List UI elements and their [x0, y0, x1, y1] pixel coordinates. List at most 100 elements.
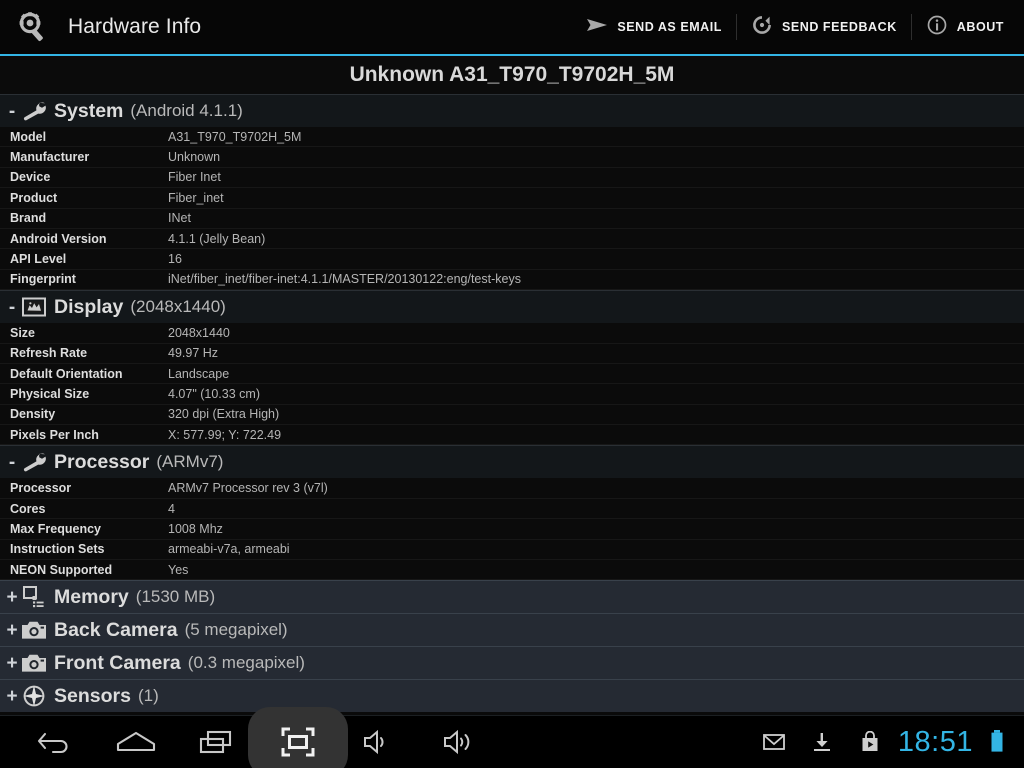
info-row-key: Device	[10, 170, 51, 185]
info-row-key: Cores	[10, 501, 46, 516]
status-clock: 18:51	[897, 725, 973, 758]
collapse-toggle-icon[interactable]: -	[4, 453, 20, 472]
info-row: Product Fiber_inet	[0, 188, 1024, 209]
collapse-toggle-icon[interactable]: -	[4, 102, 20, 121]
section-header-memory[interactable]: + Memory (1530 MB)	[0, 580, 1024, 614]
memory-chip-icon	[20, 585, 48, 609]
expand-toggle-icon[interactable]: +	[4, 687, 20, 706]
section-header-processor[interactable]: - Processor (ARMv7)	[0, 445, 1024, 479]
expand-toggle-icon[interactable]: +	[4, 588, 20, 607]
section-subtitle: (5 megapixel)	[184, 620, 288, 640]
section-rows-display: Size 2048x1440 Refresh Rate 49.97 Hz Default…	[0, 323, 1024, 446]
info-row-value: armeabi-v7a, armeabi	[168, 542, 290, 557]
info-row-value: Unknown	[168, 150, 221, 165]
info-row: Processor ARMv7 Processor rev 3 (v7l)	[0, 478, 1024, 499]
info-row-value: 4	[168, 501, 175, 516]
info-row-key: Max Frequency	[10, 521, 102, 536]
section-title: Memory	[54, 585, 129, 608]
info-row: Device Fiber Inet	[0, 168, 1024, 189]
expand-toggle-icon[interactable]: +	[4, 654, 20, 673]
section-header-system[interactable]: - System (Android 4.1.1)	[0, 94, 1024, 127]
feedback-refresh-icon	[751, 14, 773, 41]
section-subtitle: (0.3 megapixel)	[187, 653, 305, 673]
info-row-value: 320 dpi (Extra High)	[168, 407, 280, 422]
section-header-sensors[interactable]: + Sensors (1)	[0, 679, 1024, 713]
section-title: Sensors	[54, 684, 131, 707]
info-row: Physical Size 4.07" (10.33 cm)	[0, 384, 1024, 405]
recents-icon[interactable]	[176, 716, 257, 768]
info-row: Instruction Sets armeabi-v7a, armeabi	[0, 540, 1024, 561]
info-row: Max Frequency 1008 Mhz	[0, 519, 1024, 540]
volume-down-icon[interactable]	[338, 716, 419, 768]
app-title: Hardware Info	[68, 15, 202, 38]
info-row-value: A31_T970_T9702H_5M	[168, 129, 302, 144]
wrench-icon	[20, 450, 48, 474]
info-row-key: Android Version	[10, 231, 107, 246]
section-header-front-camera[interactable]: + Front Camera (0.3 megapixel)	[0, 646, 1024, 680]
section-title: Display	[54, 295, 124, 318]
info-row: Size 2048x1440	[0, 323, 1024, 344]
section-rows-processor: Processor ARMv7 Processor rev 3 (v7l) Core…	[0, 478, 1024, 581]
volume-up-icon[interactable]	[419, 716, 500, 768]
info-row-key: Default Orientation	[10, 366, 123, 381]
nav-buttons	[0, 716, 500, 768]
play-store-icon[interactable]	[846, 731, 894, 753]
info-row-value: 4.07" (10.33 cm)	[168, 386, 260, 401]
info-row-value: Fiber_inet	[168, 190, 224, 205]
info-row-key: API Level	[10, 252, 67, 267]
info-row-value: 16	[168, 252, 182, 267]
info-row-key: Pixels Per Inch	[10, 427, 99, 442]
info-row-value: 4.1.1 (Jelly Bean)	[168, 231, 266, 246]
section-subtitle: (Android 4.1.1)	[130, 101, 243, 120]
info-row: Fingerprint iNet/fiber_inet/fiber-inet:4.…	[0, 270, 1024, 291]
info-row: API Level 16	[0, 249, 1024, 270]
magnifier-gear-icon	[14, 8, 52, 46]
info-row-value: Fiber Inet	[168, 170, 221, 185]
info-row-key: Brand	[10, 211, 47, 226]
info-row-value: 2048x1440	[168, 325, 230, 340]
picture-frame-icon	[20, 295, 48, 319]
info-row: Cores 4	[0, 499, 1024, 520]
send-icon	[586, 17, 608, 38]
info-row-key: NEON Supported	[10, 562, 113, 577]
info-row: Pixels Per Inch X: 577.99; Y: 722.49	[0, 425, 1024, 446]
screenshot-icon[interactable]	[257, 716, 338, 768]
info-icon	[926, 14, 948, 41]
info-row: Brand INet	[0, 209, 1024, 229]
info-row: Android Version 4.1.1 (Jelly Bean)	[0, 229, 1024, 250]
home-icon[interactable]	[95, 716, 176, 768]
info-row-key: Instruction Sets	[10, 542, 105, 557]
info-row: Manufacturer Unknown	[0, 147, 1024, 168]
info-row-key: Physical Size	[10, 386, 90, 401]
device-title: Unknown A31_T970_T9702H_5M	[0, 56, 1024, 94]
info-row-key: Processor	[10, 481, 72, 496]
section-subtitle: (ARMv7)	[156, 452, 224, 472]
info-row-value: INet	[168, 211, 191, 226]
info-row-value: 1008 Mhz	[168, 521, 223, 536]
about-label: ABOUT	[956, 20, 1004, 34]
hardware-info-app: Hardware Info SEND AS EMAIL SEND FEEDBAC…	[0, 0, 1024, 768]
info-row: Model A31_T970_T9702H_5M	[0, 127, 1024, 148]
expand-toggle-icon[interactable]: +	[4, 621, 20, 640]
section-header-display[interactable]: - Display (2048x1440)	[0, 290, 1024, 324]
send-feedback-button[interactable]: SEND FEEDBACK	[737, 0, 911, 54]
info-row-value: Yes	[168, 562, 189, 577]
send-feedback-label: SEND FEEDBACK	[781, 20, 897, 34]
system-navigation-bar: 18:51	[0, 715, 1024, 768]
info-row-value: Landscape	[168, 366, 230, 381]
camera-icon	[20, 651, 48, 675]
info-row-key: Product	[10, 190, 58, 205]
section-rows-system: Model A31_T970_T9702H_5M Manufacturer Unkno…	[0, 127, 1024, 291]
camera-icon	[20, 618, 48, 642]
gmail-icon[interactable]	[750, 732, 798, 752]
send-as-email-button[interactable]: SEND AS EMAIL	[572, 0, 736, 54]
action-bar-actions: SEND AS EMAIL SEND FEEDBACK ABOUT	[572, 0, 1018, 54]
info-row: NEON Supported Yes	[0, 560, 1024, 581]
back-icon[interactable]	[14, 716, 95, 768]
info-row-value: ARMv7 Processor rev 3 (v7l)	[168, 481, 328, 496]
section-header-back-camera[interactable]: + Back Camera (5 megapixel)	[0, 613, 1024, 647]
collapse-toggle-icon[interactable]: -	[4, 298, 20, 317]
download-icon[interactable]	[798, 731, 846, 753]
about-button[interactable]: ABOUT	[912, 0, 1018, 54]
info-row: Refresh Rate 49.97 Hz	[0, 344, 1024, 364]
